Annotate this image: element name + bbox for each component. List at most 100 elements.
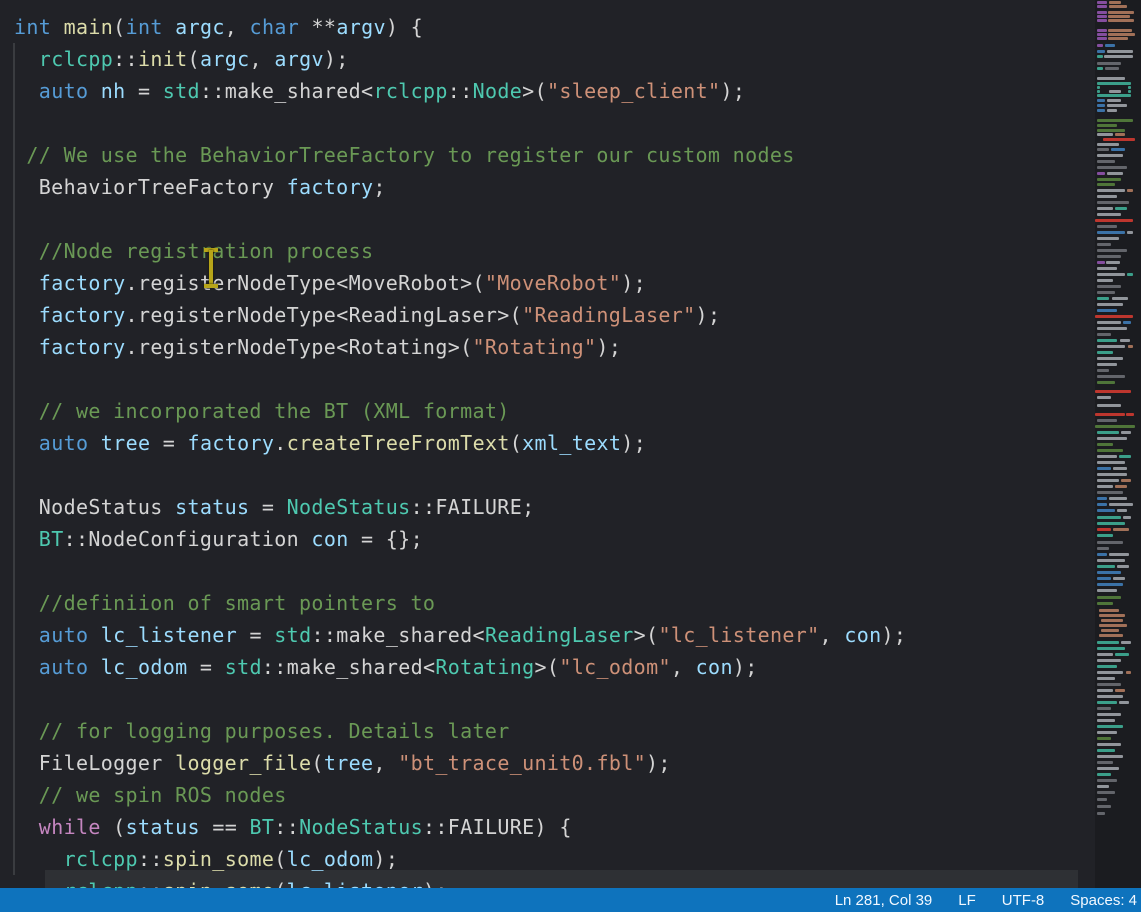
minimap-line xyxy=(1101,629,1119,632)
minimap-line xyxy=(1097,647,1125,650)
minimap-line xyxy=(1095,425,1135,428)
code-line-2[interactable]: rclcpp::init(argc, argv); xyxy=(14,43,906,75)
minimap-line xyxy=(1115,653,1129,656)
code-token: std xyxy=(274,623,311,647)
code-token xyxy=(14,815,39,839)
minimap-line xyxy=(1099,609,1119,612)
minimap-line xyxy=(1109,503,1133,506)
code-line-28[interactable]: rclcpp::spin_some(lc_listener); xyxy=(14,875,906,888)
code-token: ); xyxy=(646,751,671,775)
status-indentation[interactable]: Spaces: 4 xyxy=(1070,892,1137,909)
code-token: ( xyxy=(510,431,522,455)
code-line-3[interactable]: auto nh = std::make_shared<rclcpp::Node>… xyxy=(14,75,906,107)
minimap-line xyxy=(1115,689,1125,692)
minimap-line xyxy=(1097,437,1127,440)
code-token: , xyxy=(820,623,845,647)
code-line-12[interactable] xyxy=(14,363,906,395)
minimap-line xyxy=(1097,29,1107,32)
minimap-line xyxy=(1097,327,1127,330)
code-token: while xyxy=(39,815,101,839)
code-token: :: xyxy=(113,47,138,71)
minimap-line xyxy=(1128,345,1133,348)
minimap-line xyxy=(1097,119,1133,122)
code-token: lc_odom xyxy=(101,655,188,679)
code-token: ReadingLaser xyxy=(485,623,634,647)
code-line-11[interactable]: factory.registerNodeType<Rotating>("Rota… xyxy=(14,331,906,363)
code-token xyxy=(14,79,39,103)
status-eol-sequence[interactable]: LF xyxy=(958,892,976,909)
code-token: factory xyxy=(39,335,126,359)
code-line-9[interactable]: factory.registerNodeType<MoveRobot>("Mov… xyxy=(14,267,906,299)
minimap-line xyxy=(1097,15,1107,18)
code-line-8[interactable]: //Node registration process xyxy=(14,235,906,267)
minimap-line xyxy=(1097,381,1115,384)
code-line-25[interactable]: // we spin ROS nodes xyxy=(14,779,906,811)
minimap-line xyxy=(1119,701,1129,704)
code-line-1[interactable]: int main(int argc, char **argv) { xyxy=(14,11,906,43)
minimap-line xyxy=(1097,528,1111,531)
code-token xyxy=(14,527,39,551)
minimap-line xyxy=(1097,485,1113,488)
code-line-4[interactable] xyxy=(14,107,906,139)
minimap-line xyxy=(1097,701,1117,704)
minimap-line xyxy=(1106,261,1120,264)
code-token: .registerNodeType<MoveRobot>( xyxy=(126,271,485,295)
code-token: createTreeFromText xyxy=(287,431,510,455)
code-line-26[interactable]: while (status == BT::NodeStatus::FAILURE… xyxy=(14,811,906,843)
code-token: //Node registration process xyxy=(14,239,373,263)
code-line-24[interactable]: FileLogger logger_file(tree, "bt_trace_u… xyxy=(14,747,906,779)
code-line-20[interactable]: auto lc_listener = std::make_shared<Read… xyxy=(14,619,906,651)
code-token: NodeStatus xyxy=(287,495,411,519)
status-cursor-position[interactable]: Ln 281, Col 39 xyxy=(835,892,933,909)
minimap-line xyxy=(1117,565,1129,568)
status-encoding[interactable]: UTF-8 xyxy=(1002,892,1045,909)
code-token: auto xyxy=(39,655,89,679)
code-line-14[interactable]: auto tree = factory.createTreeFromText(x… xyxy=(14,427,906,459)
code-line-23[interactable]: // for logging purposes. Details later xyxy=(14,715,906,747)
code-line-13[interactable]: // we incorporated the BT (XML format) xyxy=(14,395,906,427)
code-token: ::FAILURE; xyxy=(411,495,535,519)
code-token: factory xyxy=(39,303,126,327)
code-line-22[interactable] xyxy=(14,683,906,715)
code-token: = xyxy=(188,655,225,679)
minimap-line xyxy=(1097,90,1100,93)
code-token: lc_odom xyxy=(287,847,374,871)
minimap-line xyxy=(1097,261,1105,264)
minimap-line xyxy=(1108,15,1130,18)
minimap-line xyxy=(1097,665,1117,668)
minimap-line xyxy=(1097,755,1123,758)
code-line-15[interactable] xyxy=(14,459,906,491)
code-token: ( xyxy=(101,815,126,839)
code-line-18[interactable] xyxy=(14,555,906,587)
code-token: = {}; xyxy=(349,527,423,551)
code-token: ::make_shared< xyxy=(311,623,484,647)
minimap-line xyxy=(1097,50,1105,53)
code-token: ); xyxy=(733,655,758,679)
minimap-line xyxy=(1127,189,1133,192)
code-line-17[interactable]: BT::NodeConfiguration con = {}; xyxy=(14,523,906,555)
code-line-27[interactable]: rclcpp::spin_some(lc_odom); xyxy=(14,843,906,875)
code-token xyxy=(14,431,39,455)
minimap-line xyxy=(1097,596,1121,599)
code-line-6[interactable]: BehaviorTreeFactory factory; xyxy=(14,171,906,203)
code-token: tree xyxy=(324,751,374,775)
minimap-line xyxy=(1097,689,1113,692)
code-token: "lc_odom" xyxy=(559,655,671,679)
code-line-7[interactable] xyxy=(14,203,906,235)
code-token: ( xyxy=(113,15,125,39)
minimap-line xyxy=(1097,339,1117,342)
code-token xyxy=(88,655,100,679)
code-token: BehaviorTreeFactory xyxy=(14,175,287,199)
minimap-line xyxy=(1097,154,1123,157)
minimap-line xyxy=(1097,516,1121,519)
code-line-19[interactable]: //definiion of smart pointers to xyxy=(14,587,906,619)
minimap[interactable] xyxy=(1095,0,1141,888)
code-line-21[interactable]: auto lc_odom = std::make_shared<Rotating… xyxy=(14,651,906,683)
code-line-10[interactable]: factory.registerNodeType<ReadingLaser>("… xyxy=(14,299,906,331)
code-token xyxy=(14,655,39,679)
code-token: = xyxy=(249,495,286,519)
code-editor[interactable]: int main(int argc, char **argv) { rclcpp… xyxy=(0,0,1095,888)
code-line-5[interactable]: // We use the BehaviorTreeFactory to reg… xyxy=(14,139,906,171)
code-line-16[interactable]: NodeStatus status = NodeStatus::FAILURE; xyxy=(14,491,906,523)
minimap-line xyxy=(1097,104,1105,107)
